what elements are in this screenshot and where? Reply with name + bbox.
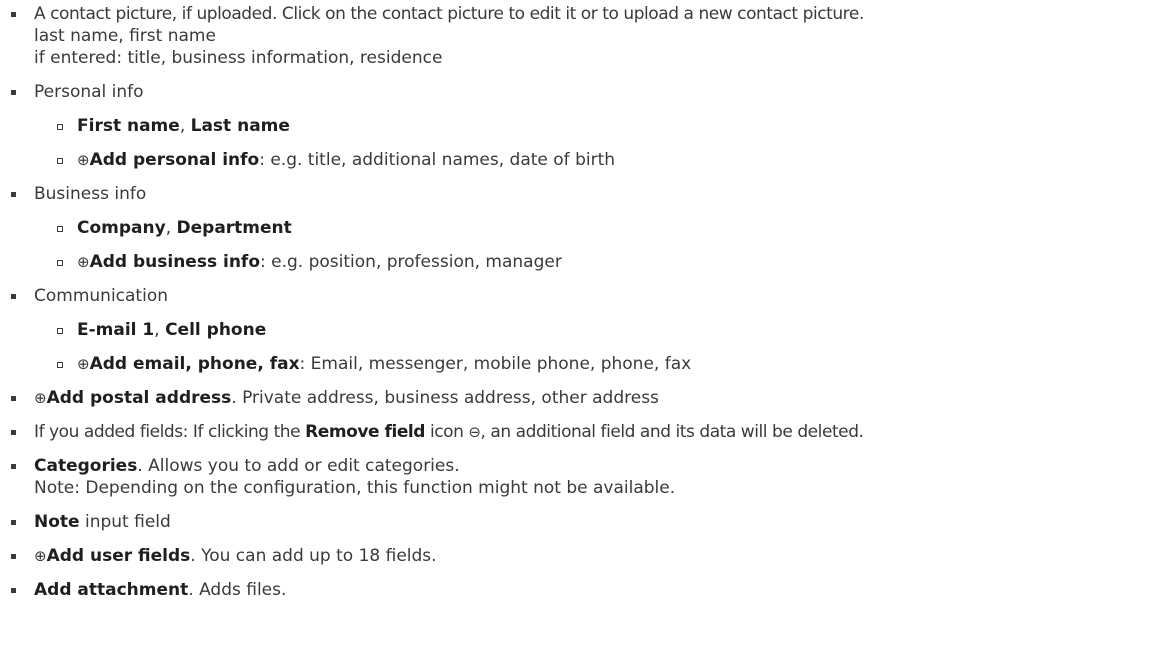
add-attachment-term: Add attachment <box>34 580 189 600</box>
department-term: Department <box>176 218 292 238</box>
categories-desc: . Allows you to add or edit categories. <box>137 456 460 476</box>
add-user-fields-desc: . You can add up to 18 fields. <box>190 546 437 566</box>
add-circle-icon: ⊕ <box>77 253 90 271</box>
sublist-item-personal-names: First name, Last name <box>0 115 1154 137</box>
add-personal-info-term: Add personal info <box>89 150 260 170</box>
note-term: Note <box>34 512 80 532</box>
list-item-add-user-fields: ⊕Add user fields. You can add up to 18 f… <box>0 545 1154 567</box>
categories-note: Note: Depending on the configuration, th… <box>34 478 676 498</box>
add-email-phone-fax-desc: : Email, messenger, mobile phone, phone,… <box>299 354 692 374</box>
add-business-info-term: Add business info <box>89 252 261 272</box>
separator: , <box>179 116 191 136</box>
add-postal-address-term: Add postal address <box>46 388 232 408</box>
remove-field-post: , an additional field and its data will … <box>480 422 864 442</box>
remove-field-term: Remove field <box>305 422 426 442</box>
list-item-communication: Communication <box>0 285 1154 307</box>
add-circle-icon: ⊕ <box>77 355 90 373</box>
personal-info-label: Personal info <box>34 82 144 102</box>
sublist-item-add-email-phone-fax: ⊕Add email, phone, fax: Email, messenger… <box>0 353 1154 375</box>
add-user-fields-term: Add user fields <box>46 546 191 566</box>
add-postal-address-desc: . Private address, business address, oth… <box>231 388 659 408</box>
email-1-term: E-mail 1 <box>77 320 155 340</box>
list-item-remove-field: If you added fields: If clicking the Rem… <box>0 421 1154 443</box>
list-item-personal-info: Personal info <box>0 81 1154 103</box>
categories-term: Categories <box>34 456 138 476</box>
sublist-item-business-names: Company, Department <box>0 217 1154 239</box>
add-attachment-desc: . Adds files. <box>188 580 287 600</box>
list-item-categories: Categories. Allows you to add or edit ca… <box>0 455 1154 499</box>
sublist-item-communication-fields: E-mail 1, Cell phone <box>0 319 1154 341</box>
remove-field-pre: If you added fields: If clicking the <box>34 422 306 442</box>
contact-details-text: if entered: title, business information,… <box>34 48 443 68</box>
add-circle-icon: ⊕ <box>34 389 47 407</box>
separator: , <box>154 320 166 340</box>
help-document: A contact picture, if uploaded. Click on… <box>0 0 1154 601</box>
note-desc: input field <box>79 512 171 532</box>
list-item-contact-picture: A contact picture, if uploaded. Click on… <box>0 3 1154 69</box>
contact-name-text: last name, first name <box>34 26 216 46</box>
first-name-term: First name <box>77 116 180 136</box>
communication-label: Communication <box>34 286 168 306</box>
sublist-item-add-business-info: ⊕Add business info: e.g. position, profe… <box>0 251 1154 273</box>
list-item-business-info: Business info <box>0 183 1154 205</box>
list-item-add-attachment: Add attachment. Adds files. <box>0 579 1154 601</box>
last-name-term: Last name <box>190 116 290 136</box>
remove-field-mid: icon <box>425 422 469 442</box>
add-circle-icon: ⊕ <box>77 151 90 169</box>
add-circle-icon: ⊕ <box>34 547 47 565</box>
company-term: Company <box>77 218 166 238</box>
business-info-label: Business info <box>34 184 147 204</box>
separator: , <box>165 218 177 238</box>
contact-picture-text: A contact picture, if uploaded. Click on… <box>34 4 864 24</box>
remove-circle-icon: ⊖ <box>468 423 481 441</box>
list-item-note: Note input field <box>0 511 1154 533</box>
cell-phone-term: Cell phone <box>165 320 267 340</box>
add-personal-info-desc: : e.g. title, additional names, date of … <box>259 150 616 170</box>
add-email-phone-fax-term: Add email, phone, fax <box>89 354 300 374</box>
list-item-add-postal-address: ⊕Add postal address. Private address, bu… <box>0 387 1154 409</box>
add-business-info-desc: : e.g. position, profession, manager <box>260 252 562 272</box>
sublist-item-add-personal-info: ⊕Add personal info: e.g. title, addition… <box>0 149 1154 171</box>
